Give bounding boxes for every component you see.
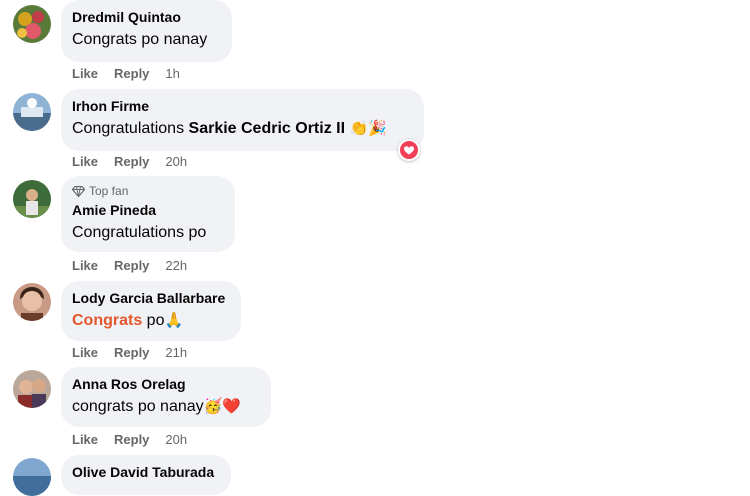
top-fan-label: Top fan bbox=[89, 184, 129, 198]
author-name[interactable]: Olive David Taburada bbox=[72, 463, 219, 481]
comment-actions: Like Reply 22h bbox=[72, 258, 187, 273]
comment-actions: Like Reply 20h bbox=[72, 432, 187, 447]
timestamp[interactable]: 20h bbox=[165, 154, 187, 169]
comment-bubble: Dredmil Quintao Congrats po nanay bbox=[61, 0, 232, 62]
author-name[interactable]: Dredmil Quintao bbox=[72, 8, 220, 26]
timestamp[interactable]: 22h bbox=[165, 258, 187, 273]
comment-text: Congratulations po bbox=[72, 224, 207, 241]
top-fan-badge: Top fan bbox=[72, 184, 223, 198]
mention-link[interactable]: Sarkie Cedric Ortiz II bbox=[189, 120, 346, 137]
comment-text-suffix: po bbox=[142, 312, 165, 329]
avatar[interactable] bbox=[13, 93, 51, 131]
comment-actions: Like Reply 1h bbox=[72, 66, 180, 81]
comment-text: Congratulations Sarkie Cedric Ortiz II 👏… bbox=[72, 118, 412, 140]
like-button[interactable]: Like bbox=[72, 345, 98, 360]
reply-button[interactable]: Reply bbox=[114, 66, 149, 81]
comment-actions: Like Reply 21h bbox=[72, 345, 187, 360]
reply-button[interactable]: Reply bbox=[114, 345, 149, 360]
timestamp[interactable]: 1h bbox=[165, 66, 179, 81]
pray-emoji: 🙏 bbox=[164, 312, 184, 329]
comment-text: congrats po nanay🥳❤️ bbox=[72, 396, 259, 418]
comment-bubble: Irhon Firme Congratulations Sarkie Cedri… bbox=[61, 89, 424, 151]
comment-actions: Like Reply 20h bbox=[72, 154, 187, 169]
highlighted-word: Congrats bbox=[72, 312, 143, 329]
comment-bubble: Olive David Taburada bbox=[61, 455, 231, 495]
avatar[interactable] bbox=[13, 370, 51, 408]
like-button[interactable]: Like bbox=[72, 258, 98, 273]
comment-text-prefix: Congratulations bbox=[72, 120, 189, 137]
like-button[interactable]: Like bbox=[72, 432, 98, 447]
comment-text: Congrats po nanay bbox=[72, 31, 208, 48]
avatar[interactable] bbox=[13, 458, 51, 496]
reply-button[interactable]: Reply bbox=[114, 258, 149, 273]
comment-text: Congrats po🙏 bbox=[72, 310, 229, 332]
clap-party-emoji: 👏🎉 bbox=[349, 120, 387, 137]
comment-text-main: congrats po nanay bbox=[72, 398, 204, 415]
author-name[interactable]: Amie Pineda bbox=[72, 201, 223, 219]
love-reaction-icon[interactable] bbox=[398, 139, 420, 161]
comment-bubble: Lody Garcia Ballarbare Congrats po🙏 bbox=[61, 281, 241, 341]
reply-button[interactable]: Reply bbox=[114, 432, 149, 447]
comment-bubble: Anna Ros Orelag congrats po nanay🥳❤️ bbox=[61, 367, 271, 427]
avatar[interactable] bbox=[13, 180, 51, 218]
avatar[interactable] bbox=[13, 283, 51, 321]
party-heart-emoji: 🥳❤️ bbox=[203, 398, 242, 415]
diamond-icon bbox=[72, 185, 85, 197]
like-button[interactable]: Like bbox=[72, 66, 98, 81]
reply-button[interactable]: Reply bbox=[114, 154, 149, 169]
author-name[interactable]: Lody Garcia Ballarbare bbox=[72, 289, 229, 307]
timestamp[interactable]: 21h bbox=[165, 345, 187, 360]
author-name[interactable]: Irhon Firme bbox=[72, 97, 412, 115]
comment-bubble: Top fan Amie Pineda Congratulations po bbox=[61, 176, 235, 252]
timestamp[interactable]: 20h bbox=[165, 432, 187, 447]
author-name[interactable]: Anna Ros Orelag bbox=[72, 375, 259, 393]
avatar[interactable] bbox=[13, 5, 51, 43]
like-button[interactable]: Like bbox=[72, 154, 98, 169]
